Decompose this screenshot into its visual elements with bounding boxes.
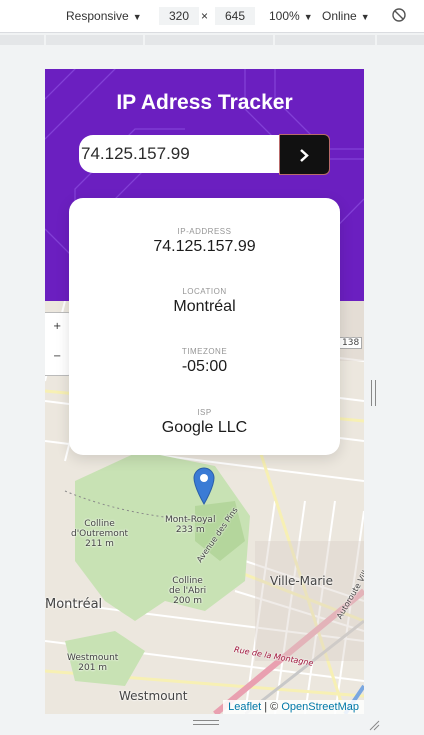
map-label-mont-royal: Mont-Royal 233 m — [165, 515, 216, 535]
chevron-down-icon: ▼ — [132, 12, 142, 22]
map-label-montreal: Montréal — [45, 597, 103, 612]
leaflet-link[interactable]: Leaflet — [228, 701, 261, 713]
viewport-height-input[interactable] — [214, 6, 256, 26]
map-label-colline-outremont: Colline d'Outremont 211 m — [71, 519, 129, 549]
map-attribution: Leaflet | © OpenStreetMap — [223, 700, 364, 714]
dimension-separator: × — [201, 9, 209, 23]
map-label-westmount-hill: Westmount 201 m — [67, 653, 119, 673]
throttle-select[interactable]: Online ▼ — [322, 9, 370, 23]
chevron-right-icon — [300, 149, 309, 162]
route-badge: 138 — [339, 337, 363, 349]
map-label-westmount: Westmount — [119, 689, 188, 703]
viewport-width-input[interactable] — [158, 6, 200, 26]
devtools-device-toolbar: Responsive▼ × 100%▼ Online▼ — [0, 0, 424, 33]
location-value: Montréal — [173, 298, 236, 315]
page-title: IP Adress Tracker — [116, 91, 293, 114]
map-label-colline-abri: Colline de l'Abri 200 m — [169, 576, 207, 606]
media-query-ruler — [0, 33, 424, 47]
zoom-select-label: 100% — [269, 9, 300, 23]
isp-label: ISP — [197, 408, 212, 417]
ip-info-card: IP-ADDRESS 74.125.157.99 LOCATION Montré… — [69, 198, 340, 455]
ip-address-value: 74.125.157.99 — [153, 238, 256, 255]
viewport-resize-handle-right[interactable] — [371, 380, 377, 406]
chevron-down-icon: ▼ — [303, 12, 313, 22]
rotate-icon[interactable] — [391, 7, 407, 26]
ip-search-input[interactable] — [79, 135, 279, 173]
viewport-resize-corner[interactable] — [368, 716, 380, 735]
location-label: LOCATION — [182, 287, 227, 296]
search-submit-button[interactable] — [279, 134, 330, 175]
chevron-down-icon: ▼ — [360, 12, 370, 22]
device-select-label: Responsive — [66, 9, 129, 23]
device-select[interactable]: Responsive ▼ — [66, 9, 142, 23]
device-viewport: + − 138 Colline d'Outremont 211 m Mont-R… — [45, 69, 364, 714]
openstreetmap-link[interactable]: OpenStreetMap — [281, 701, 359, 713]
zoom-in-button[interactable]: + — [53, 321, 61, 332]
zoom-select[interactable]: 100% ▼ — [269, 9, 313, 23]
throttle-select-label: Online — [322, 9, 357, 23]
map-marker-icon[interactable] — [193, 467, 215, 509]
map-zoom-control: + − — [45, 312, 72, 376]
ip-address-label: IP-ADDRESS — [177, 227, 232, 236]
map-label-ville-marie: Ville-Marie — [270, 574, 334, 588]
attribution-separator: | © — [261, 701, 282, 713]
isp-value: Google LLC — [161, 419, 248, 436]
timezone-label: TIMEZONE — [181, 347, 228, 356]
zoom-out-button[interactable]: − — [53, 351, 61, 362]
viewport-resize-handle-bottom[interactable] — [193, 720, 219, 726]
timezone-value: -05:00 — [181, 358, 228, 375]
